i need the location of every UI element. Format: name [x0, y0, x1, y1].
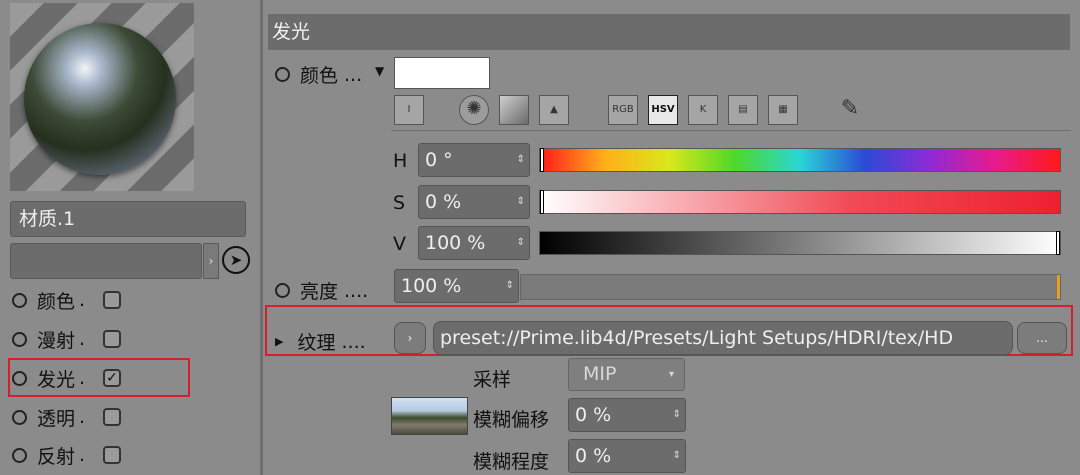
- texture-thumbnail[interactable]: [391, 397, 468, 435]
- browse-button[interactable]: ...: [1017, 322, 1067, 354]
- value-handle[interactable]: [1056, 231, 1060, 255]
- blur-scale-value: 0 %: [575, 445, 612, 467]
- h-input[interactable]: 0 ° ⇕: [418, 143, 530, 177]
- channel-dots: .: [79, 406, 86, 428]
- blur-offset-input[interactable]: 0 % ⇕: [568, 398, 686, 432]
- blur-offset-label: 模糊偏移: [473, 409, 550, 431]
- channel-label: 漫射: [37, 329, 76, 352]
- chevron-down-icon: ▾: [668, 369, 674, 380]
- color-menu-arrow-icon[interactable]: ▼: [375, 64, 384, 78]
- channel-checkbox[interactable]: [103, 291, 122, 309]
- preview-sphere: [24, 23, 176, 175]
- brightness-value: 100 %: [401, 275, 462, 297]
- texture-menu-button[interactable]: ›: [394, 322, 426, 354]
- channel-dots: .: [79, 289, 86, 311]
- blur-scale-input[interactable]: 0 % ⇕: [568, 439, 686, 473]
- layer-arrow-button[interactable]: ›: [203, 243, 219, 279]
- radio-icon[interactable]: [12, 292, 27, 308]
- blur-scale-label: 模糊程度: [473, 451, 550, 473]
- spin-icon[interactable]: ⇕: [517, 144, 525, 176]
- texture-label: 纹理: [297, 332, 336, 354]
- channel-color[interactable]: 颜色 .: [12, 285, 122, 315]
- channel-checkbox[interactable]: [103, 446, 122, 464]
- v-input[interactable]: 100 % ⇕: [418, 226, 530, 260]
- brightness-slider[interactable]: [520, 274, 1061, 300]
- h-label: H: [393, 150, 408, 172]
- rgb-mode-icon[interactable]: RGB: [608, 95, 638, 125]
- channel-checkbox[interactable]: [103, 408, 122, 426]
- material-preview[interactable]: [10, 3, 194, 191]
- pointer-picker-icon[interactable]: ➤: [222, 246, 250, 274]
- gradient-square-icon[interactable]: [499, 95, 529, 125]
- spin-icon[interactable]: ⇕: [673, 399, 681, 431]
- hsv-mode-icon[interactable]: HSV: [648, 95, 678, 125]
- texture-dots: ....: [341, 330, 366, 353]
- hue-handle[interactable]: [540, 148, 544, 172]
- color-row[interactable]: 颜色 ...: [275, 61, 362, 88]
- channel-dots: .: [79, 444, 86, 466]
- brightness-input[interactable]: 100 % ⇕: [394, 269, 519, 303]
- material-name-field[interactable]: 材质.1: [10, 201, 246, 237]
- sampling-value: MIP: [583, 363, 617, 385]
- blur-offset-value: 0 %: [575, 404, 612, 426]
- radio-icon[interactable]: [275, 67, 290, 82]
- swatches-icon[interactable]: ▦: [768, 95, 798, 125]
- saturation-slider[interactable]: [539, 190, 1061, 214]
- radio-icon[interactable]: [12, 331, 27, 347]
- separator: [391, 130, 1071, 131]
- saturation-handle[interactable]: [540, 190, 544, 214]
- sampling-dropdown[interactable]: MIP ▾: [568, 358, 685, 391]
- s-value: 0 %: [425, 191, 462, 213]
- section-title: 发光: [268, 14, 1070, 50]
- v-label: V: [393, 233, 406, 255]
- brightness-end-marker: [1057, 275, 1060, 299]
- channel-diffuse[interactable]: 漫射 .: [12, 324, 122, 354]
- brightness-dots: ....: [344, 279, 369, 302]
- channel-dots: .: [79, 328, 86, 350]
- color-wheel-icon[interactable]: ✺: [459, 95, 489, 125]
- radio-icon[interactable]: [12, 447, 27, 463]
- color-label: 颜色: [300, 65, 339, 87]
- sampling-label: 采样: [473, 369, 512, 391]
- expand-triangle-icon[interactable]: ▶: [275, 335, 283, 348]
- brightness-label: 亮度: [300, 281, 339, 303]
- spin-icon[interactable]: ⇕: [506, 270, 514, 302]
- texture-row[interactable]: ▶ 纹理 ....: [275, 328, 366, 355]
- spin-icon[interactable]: ⇕: [517, 186, 525, 218]
- image-picker-icon[interactable]: ▲: [539, 95, 569, 125]
- radio-icon[interactable]: [12, 409, 27, 425]
- v-value: 100 %: [425, 232, 486, 254]
- value-slider[interactable]: [539, 231, 1061, 255]
- highlight-box: [8, 358, 190, 397]
- eyedropper-icon[interactable]: ✎: [835, 95, 865, 125]
- brightness-row[interactable]: 亮度 ....: [275, 277, 368, 304]
- channel-checkbox[interactable]: [103, 330, 122, 348]
- layer-select[interactable]: [10, 243, 202, 279]
- material-panel: 材质.1 › ➤ 颜色 . 漫射 . 发光 . ✓ 透明 . 反射 .: [0, 0, 260, 475]
- luminance-settings: 发光 颜色 ... ▼ Ⅰ ✺ ▲ RGB HSV K ▤ ▦ ✎ H 0 ° …: [263, 0, 1080, 475]
- texture-path-field[interactable]: preset://Prime.lib4d/Presets/Light Setup…: [433, 321, 1013, 355]
- s-input[interactable]: 0 % ⇕: [418, 185, 530, 219]
- channel-label: 颜色: [37, 290, 76, 313]
- channel-label: 反射: [37, 445, 76, 468]
- spin-icon[interactable]: ⇕: [517, 227, 525, 259]
- channel-reflectance[interactable]: 反射 .: [12, 440, 122, 470]
- channel-transparency[interactable]: 透明 .: [12, 402, 122, 432]
- mixer-icon[interactable]: ▤: [728, 95, 758, 125]
- color-dots: ...: [344, 63, 363, 86]
- channel-label: 透明: [37, 407, 76, 430]
- s-label: S: [393, 192, 406, 214]
- h-value: 0 °: [425, 149, 453, 171]
- spectrum-icon[interactable]: Ⅰ: [394, 95, 424, 125]
- spin-icon[interactable]: ⇕: [673, 440, 681, 472]
- kelvin-mode-icon[interactable]: K: [688, 95, 718, 125]
- hue-slider[interactable]: [539, 148, 1061, 172]
- color-swatch[interactable]: [394, 57, 490, 89]
- radio-icon[interactable]: [275, 283, 290, 298]
